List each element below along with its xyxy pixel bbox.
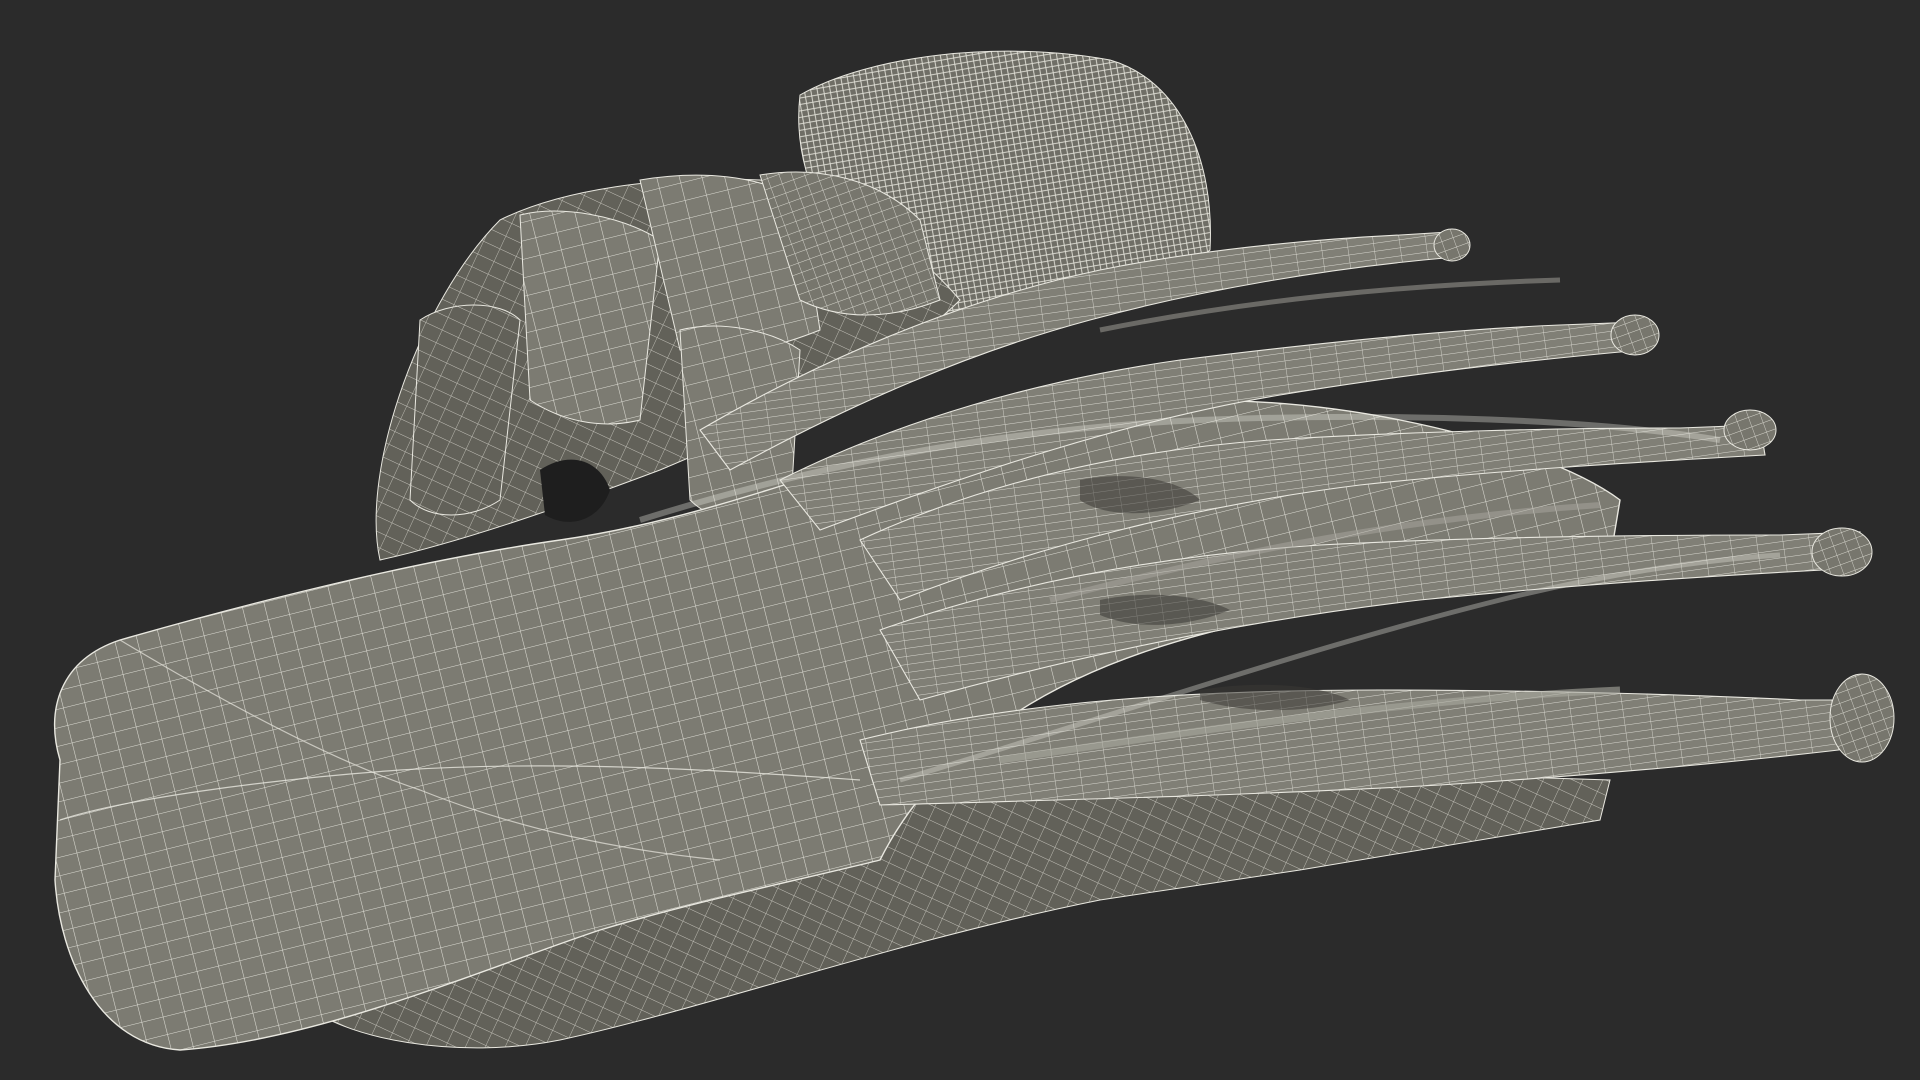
- foot-wireframe-render: [53, 50, 1895, 1051]
- render-viewport[interactable]: [0, 0, 1920, 1080]
